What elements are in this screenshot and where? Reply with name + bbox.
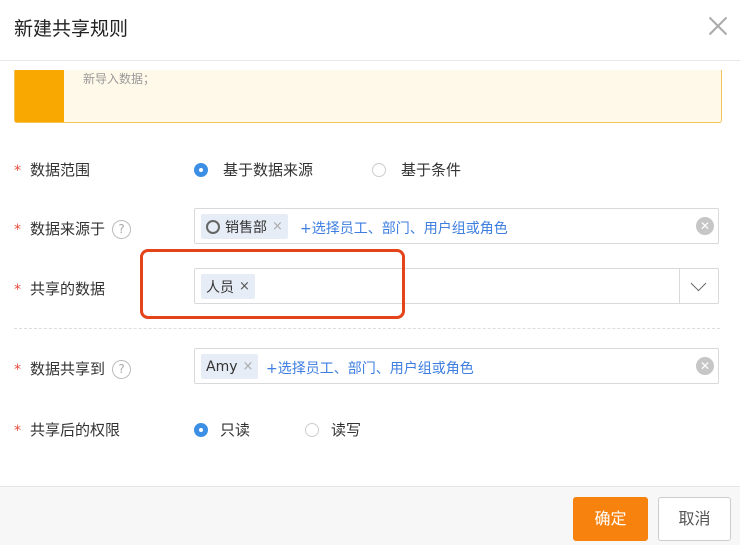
radio-checked-icon xyxy=(194,422,208,437)
permission-radio-readwrite[interactable]: 读写 xyxy=(305,419,361,440)
permission-radio-readonly[interactable]: 只读 xyxy=(194,419,250,440)
highlight-box xyxy=(140,249,405,319)
source-label: * 数据来源于? xyxy=(14,218,132,239)
source-selector[interactable]: 销售部 × +选择员工、部门、用户组或角色 ✕ xyxy=(194,208,719,244)
dialog-title: 新建共享规则 xyxy=(14,18,129,40)
chevron-down-icon[interactable] xyxy=(679,269,718,303)
help-icon[interactable]: ? xyxy=(112,220,132,239)
required-mark: * xyxy=(14,222,21,238)
dialog-header: 新建共享规则 xyxy=(0,0,740,61)
scope-label: * 数据范围 xyxy=(14,161,91,179)
close-icon[interactable] xyxy=(706,14,730,38)
notice-text: 新导入数据； xyxy=(83,72,156,86)
radio-unchecked-icon xyxy=(372,162,386,177)
chip-remove-icon[interactable]: × xyxy=(243,359,254,374)
source-add-link[interactable]: +选择员工、部门、用户组或角色 xyxy=(300,218,508,238)
share-to-add-link[interactable]: +选择员工、部门、用户组或角色 xyxy=(266,358,474,378)
department-icon xyxy=(206,219,220,234)
divider xyxy=(14,328,720,329)
confirm-button[interactable]: 确定 xyxy=(573,497,648,541)
notice-banner: 新导入数据； xyxy=(14,70,722,123)
required-mark: * xyxy=(14,163,21,179)
permission-label: * 共享后的权限 xyxy=(14,421,121,439)
radio-unchecked-icon xyxy=(305,422,319,437)
share-to-selector[interactable]: Amy × +选择员工、部门、用户组或角色 ✕ xyxy=(194,348,719,384)
scope-radio-condition[interactable]: 基于条件 xyxy=(372,159,461,180)
scope-radio-source[interactable]: 基于数据来源 xyxy=(194,159,313,180)
chip-remove-icon[interactable]: × xyxy=(272,219,283,234)
clear-icon[interactable]: ✕ xyxy=(696,357,714,375)
source-chip: 销售部 × xyxy=(201,214,288,239)
radio-checked-icon xyxy=(194,162,208,177)
dialog-footer: 确定 取消 xyxy=(0,486,740,545)
help-icon[interactable]: ? xyxy=(112,360,132,379)
shared-data-label: * 共享的数据 xyxy=(14,280,106,298)
required-mark: * xyxy=(14,423,21,439)
cancel-button[interactable]: 取消 xyxy=(658,497,731,541)
required-mark: * xyxy=(14,282,21,298)
clear-icon[interactable]: ✕ xyxy=(696,217,714,235)
share-to-chip: Amy × xyxy=(201,354,259,379)
required-mark: * xyxy=(14,362,21,378)
notice-bar xyxy=(15,70,64,122)
share-to-label: * 数据共享到? xyxy=(14,358,132,379)
